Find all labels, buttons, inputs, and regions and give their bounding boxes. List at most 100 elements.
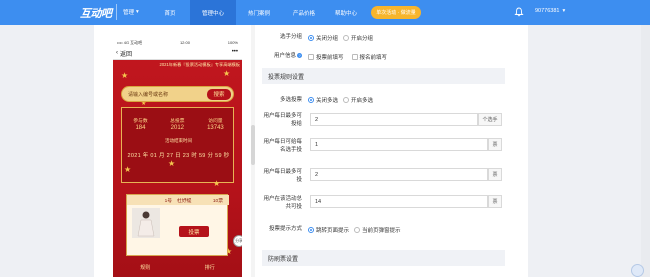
star-icon: ★	[213, 179, 221, 188]
radio-popup[interactable]: 当前页弹窗提示	[354, 226, 401, 234]
help-icon[interactable]: ?	[297, 53, 302, 59]
phone-title-bar: ‹ 返回 •••	[113, 47, 242, 60]
radio-dot	[343, 97, 350, 103]
vote-prompt-label: 投票提示方式	[268, 226, 302, 232]
nav-item-manage-center[interactable]: 管理中心	[190, 0, 236, 25]
group-option-radios: 关闭分组 开启分组	[308, 34, 373, 42]
radio-label: 当前页弹窗提示	[362, 228, 401, 234]
contestant-card[interactable]: 1号 杜妤缇 10票 投票	[126, 194, 229, 256]
user-info-label: 用户信息?	[262, 52, 302, 60]
radio-label: 关闭分组	[316, 36, 339, 42]
radio-close-group[interactable]: 关闭分组	[308, 34, 338, 42]
daily-per-input[interactable]: 1	[310, 138, 488, 151]
checkbox	[308, 54, 314, 60]
vote-prompt-radios: 跳转页面提示 当前页弹窗提示	[308, 226, 401, 234]
settings-form: 选手分组 关闭分组 开启分组 用户信息? 投票前填写 报名前填写 投票规则设置 …	[262, 25, 505, 277]
contestant-votes: 10票	[212, 199, 223, 204]
multi-vote-radios: 关闭多选 开启多选	[308, 96, 373, 104]
daily-total-label: 用户每日最多可投	[263, 169, 302, 183]
event-total-label: 用户在该活动总共可投	[263, 196, 302, 210]
phone-preview: •••• 4G 互动吧 12:00 100% ‹ 返回 ••• 2021年新春『…	[113, 38, 242, 277]
daily-per-unit: 票	[488, 138, 502, 151]
stat-total-votes: 总投票 2012	[170, 117, 184, 131]
daily-total-unit: 票	[488, 168, 502, 181]
star-icon: ★	[121, 71, 129, 80]
search-bar: 请输入编号或名称 搜索	[121, 86, 234, 102]
multi-vote-label: 多选投票	[279, 97, 302, 103]
radio-jump-page[interactable]: 跳转页面提示	[308, 226, 349, 234]
account-menu[interactable]: 90776381 ▾	[535, 8, 565, 14]
search-button[interactable]: 搜索	[207, 88, 231, 100]
nav-item-help[interactable]: 帮助中心	[326, 0, 366, 25]
daily-per-label: 用户每日可给每名选手投	[263, 139, 302, 153]
check-label: 投票前填写	[316, 55, 344, 61]
event-total-unit: 票	[488, 195, 502, 208]
phone-battery: 100%	[227, 40, 238, 45]
radio-label: 开启多选	[351, 98, 374, 104]
preview-scrollbar[interactable]	[251, 25, 255, 277]
search-input[interactable]: 请输入编号或名称	[128, 91, 207, 98]
radio-dot	[308, 227, 314, 233]
phone-status-bar: •••• 4G 互动吧 12:00 100%	[113, 38, 242, 47]
user-info-checks: 投票前填写 报名前填写	[308, 53, 387, 61]
user-info-label-text: 用户信息	[273, 53, 296, 59]
anti-fraud-section-header: 防刷票设置	[262, 250, 505, 266]
radio-dot	[308, 35, 314, 41]
marquee-text: 2021年新春『投票活动模板』专享高端模板	[159, 62, 240, 67]
daily-limit-input[interactable]: 2	[310, 113, 478, 126]
back-label[interactable]: 返回	[120, 49, 132, 58]
star-icon: ★	[124, 165, 132, 174]
checkbox	[351, 54, 358, 60]
more-icon[interactable]: •••	[232, 49, 238, 55]
tab-rules[interactable]: 规则	[130, 262, 160, 273]
radio-dot	[354, 227, 361, 233]
upgrade-button[interactable]: 单次活动 · 做流量	[371, 6, 421, 19]
stat-value: 13743	[207, 125, 224, 131]
stats-row: 参与数 184 总投票 2012 访问量 13743	[122, 117, 235, 131]
chevron-down-icon: ▾	[136, 9, 139, 15]
nav-item-pricing[interactable]: 产品价格	[282, 0, 326, 25]
radio-label: 关闭多选	[316, 98, 339, 104]
vote-button[interactable]: 投票	[179, 226, 209, 237]
radio-dot	[343, 35, 350, 41]
star-icon: ★	[168, 159, 176, 168]
check-before-vote[interactable]: 投票前填写	[308, 53, 344, 61]
check-before-signup[interactable]: 报名前填写	[351, 53, 388, 61]
tab-ranking[interactable]: 排行	[195, 262, 225, 273]
countdown-timer: 2021 年 01 月 27 日 23 时 59 分 59 秒	[127, 153, 230, 159]
brand-logo[interactable]: 互动吧	[80, 5, 112, 20]
star-icon: ★	[223, 69, 231, 78]
back-arrow-icon[interactable]: ‹	[116, 50, 118, 56]
stat-label: 访问量	[208, 119, 223, 124]
account-id: 90776381	[535, 8, 560, 14]
main-nav: 首页 管理中心 热门案例 产品价格 帮助中心	[150, 0, 366, 25]
nav-item-home[interactable]: 首页	[150, 0, 190, 25]
phone-time: 12:00	[179, 40, 190, 45]
radio-label: 跳转页面提示	[316, 228, 350, 234]
share-button[interactable]: 分享	[233, 235, 242, 247]
radio-close-multi[interactable]: 关闭多选	[308, 96, 338, 104]
radio-open-group[interactable]: 开启分组	[343, 34, 373, 42]
daily-total-input[interactable]: 2	[310, 168, 488, 181]
bell-icon[interactable]	[514, 7, 524, 17]
event-total-input[interactable]: 14	[310, 195, 488, 208]
radio-open-multi[interactable]: 开启多选	[343, 96, 373, 104]
contestant-name: 杜妤缇	[177, 198, 192, 204]
radio-label: 开启分组	[351, 36, 374, 42]
contestant-photo[interactable]	[132, 208, 160, 238]
check-label: 报名前填写	[359, 55, 388, 61]
stat-visits: 访问量 13743	[207, 117, 224, 131]
page-scrollbar[interactable]	[641, 25, 650, 277]
stat-value: 184	[135, 125, 146, 131]
chevron-down-icon: ▾	[562, 8, 566, 14]
stats-panel: 参与数 184 总投票 2012 访问量 13743 活动结束时间 2021 年…	[121, 107, 234, 183]
nav-item-cases[interactable]: 热门案例	[236, 0, 282, 25]
scrollbar-thumb[interactable]	[251, 125, 255, 165]
manage-dropdown[interactable]: 管理 ▾	[116, 4, 139, 20]
stat-participants: 参与数 184	[133, 117, 147, 131]
contestant-no: 1号	[164, 198, 173, 204]
daily-limit-unit: 个选手	[478, 113, 502, 126]
group-option-label: 选手分组	[279, 34, 302, 40]
feedback-icon[interactable]	[631, 264, 644, 277]
phone-body: 2021年新春『投票活动模板』专享高端模板 ★ ★ ★ 请输入编号或名称 搜索 …	[113, 60, 242, 277]
